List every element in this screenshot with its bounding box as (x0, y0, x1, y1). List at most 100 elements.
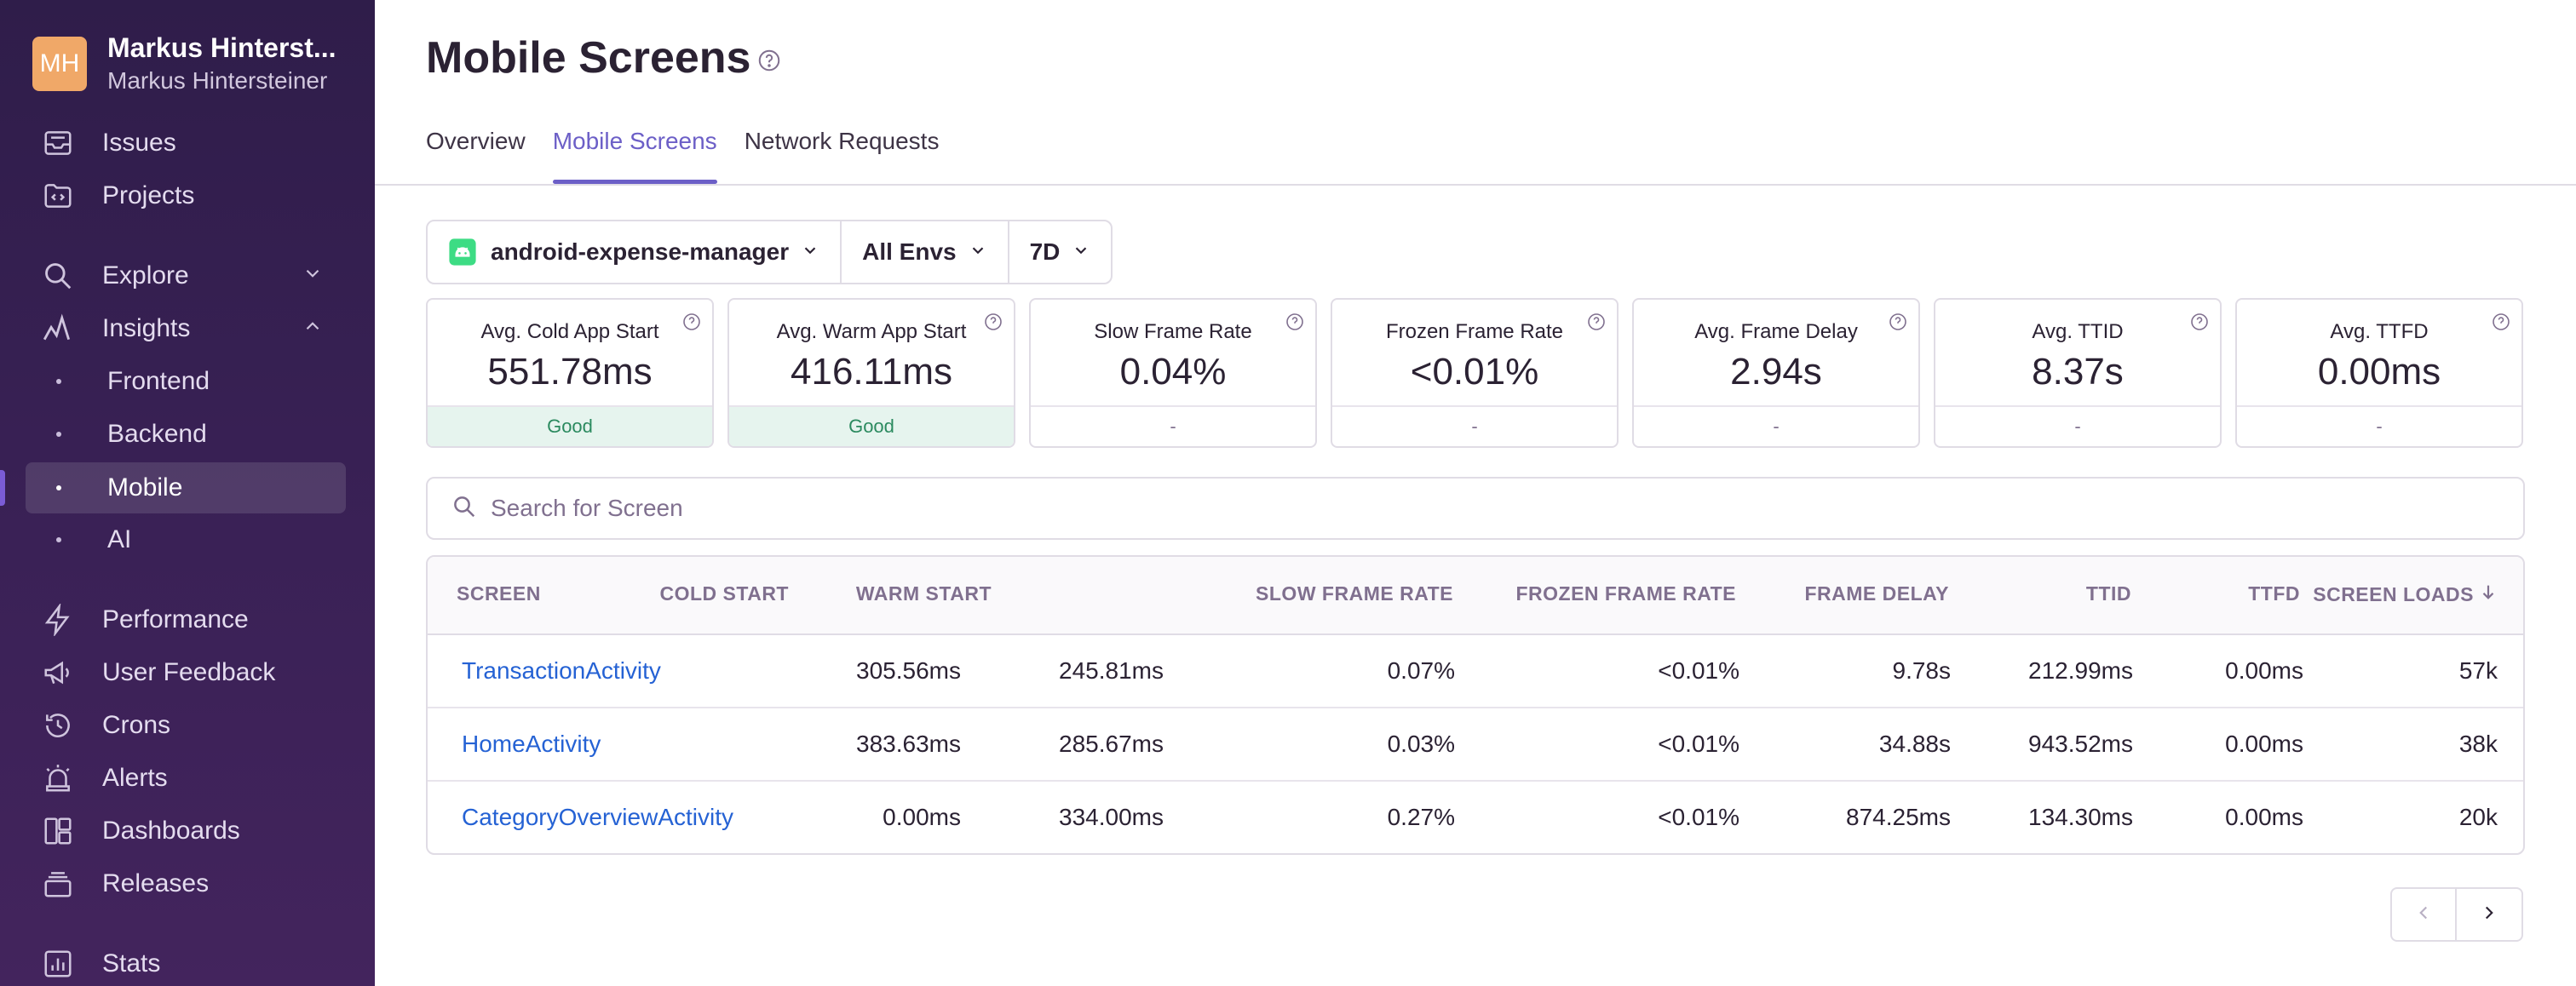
table-cell: 0.00ms (2225, 731, 2303, 757)
sidebar-item-label: Issues (102, 129, 176, 157)
table-cell: 212.99ms (2028, 657, 2133, 684)
metric-title: Frozen Frame Rate (1385, 320, 1564, 343)
graph-icon (39, 310, 77, 347)
help-icon[interactable] (2189, 312, 2210, 336)
sidebar-item-user-feedback[interactable]: User Feedback (26, 647, 346, 698)
metric-status-badge: Good (428, 405, 712, 446)
table-cell: 57k (2458, 657, 2498, 684)
column-header-ttid[interactable]: TTID (2086, 582, 2131, 605)
help-icon[interactable] (1285, 312, 1305, 336)
sidebar-item-projects[interactable]: Projects (26, 170, 346, 221)
sidebar-item-label: User Feedback (102, 658, 276, 686)
sidebar-item-label: Performance (102, 605, 249, 633)
sidebar-item-issues[interactable]: Issues (26, 118, 346, 169)
column-header-screen-loads[interactable]: SCREEN LOADS (2313, 582, 2498, 606)
chevron-down-icon (302, 262, 324, 291)
previous-page-button[interactable] (2390, 887, 2457, 942)
sidebar: MH Markus Hinterst... Markus Hinterstein… (0, 0, 375, 986)
metric-cards: Avg. Cold App Start 551.78ms Good Avg. W… (426, 298, 2523, 448)
help-icon[interactable] (681, 312, 702, 336)
screens-table: SCREEN COLD START WARM START SLOW FRAME … (426, 555, 2525, 855)
date-range-filter[interactable]: 7D (1007, 221, 1112, 283)
tab-mobile-screens[interactable]: Mobile Screens (552, 128, 717, 184)
column-header-frozen-frame-rate[interactable]: FROZEN FRAME RATE (1515, 582, 1736, 605)
org-subtitle: Markus Hintersteiner (107, 67, 328, 94)
sidebar-item-dashboards[interactable]: Dashboards (26, 805, 346, 857)
metric-title: Avg. Frame Delay (1694, 320, 1858, 343)
table-cell: 305.56ms (856, 657, 961, 684)
help-icon[interactable] (1586, 312, 1607, 336)
active-marker (0, 470, 5, 506)
metric-value: 2.94s (1730, 351, 1822, 393)
search-icon (39, 257, 77, 295)
sidebar-item-ai[interactable]: AI (26, 514, 346, 565)
sidebar-item-alerts[interactable]: Alerts (26, 753, 346, 804)
help-icon[interactable] (983, 312, 1003, 336)
org-switcher[interactable]: MH Markus Hinterst... Markus Hinterstein… (32, 32, 354, 95)
column-header-ttfd[interactable]: TTFD (2248, 582, 2300, 605)
sidebar-item-performance[interactable]: Performance (26, 594, 346, 645)
chevron-up-icon (302, 315, 324, 344)
table-cell: 0.07% (1387, 657, 1455, 684)
table-header: SCREEN COLD START WARM START SLOW FRAME … (428, 557, 2523, 635)
table-cell: 0.00ms (883, 804, 961, 830)
table-row: TransactionActivity 305.56ms 245.81ms 0.… (428, 635, 2523, 708)
next-page-button[interactable] (2457, 887, 2523, 942)
table-cell: 285.67ms (1059, 731, 1164, 757)
megaphone-icon (39, 654, 77, 691)
screen-link[interactable]: TransactionActivity (462, 657, 661, 685)
tabs-divider (375, 184, 2576, 186)
stack-icon (39, 865, 77, 903)
metric-card-warm-start: Avg. Warm App Start 416.11ms Good (727, 298, 1015, 448)
help-icon[interactable] (1888, 312, 1908, 336)
metric-status-badge: - (1634, 405, 1918, 446)
metric-value: 8.37s (2032, 351, 2124, 393)
chevron-down-icon (969, 238, 987, 266)
stats-icon (39, 945, 77, 983)
sidebar-item-insights[interactable]: Insights (26, 303, 346, 354)
bullet-icon (56, 485, 61, 490)
screen-link[interactable]: HomeActivity (462, 731, 601, 758)
sidebar-item-frontend[interactable]: Frontend (26, 356, 346, 407)
column-header-slow-frame-rate[interactable]: SLOW FRAME RATE (1256, 582, 1453, 605)
sidebar-item-label: AI (107, 525, 132, 553)
bullet-icon (56, 379, 61, 384)
metric-card-frame-delay: Avg. Frame Delay 2.94s - (1632, 298, 1920, 448)
sidebar-item-mobile[interactable]: Mobile (26, 462, 346, 513)
table-cell: 334.00ms (1059, 804, 1164, 830)
table-cell: 874.25ms (1846, 804, 1951, 830)
sidebar-item-stats[interactable]: Stats (26, 938, 346, 986)
sidebar-item-label: Alerts (102, 764, 168, 792)
screen-link[interactable]: CategoryOverviewActivity (462, 804, 733, 831)
bullet-icon (56, 537, 61, 542)
sidebar-item-crons[interactable]: Crons (26, 700, 346, 751)
metric-value: 416.11ms (791, 351, 952, 393)
tab-network-requests[interactable]: Network Requests (745, 128, 940, 182)
sidebar-item-explore[interactable]: Explore (26, 250, 346, 301)
help-icon[interactable] (2491, 312, 2511, 336)
column-header-warm-start[interactable]: WARM START (856, 582, 992, 605)
table-row: CategoryOverviewActivity 0.00ms 334.00ms… (428, 782, 2523, 853)
column-header-cold-start[interactable]: COLD START (659, 582, 789, 605)
arrow-down-icon (2479, 582, 2498, 606)
main-content: Mobile Screens Overview Mobile Screens N… (375, 0, 2576, 986)
sidebar-item-releases[interactable]: Releases (26, 858, 346, 909)
sidebar-item-backend[interactable]: Backend (26, 409, 346, 460)
android-icon (448, 238, 477, 267)
project-filter[interactable]: android-expense-manager (428, 221, 840, 283)
help-icon[interactable] (756, 48, 782, 77)
tab-overview[interactable]: Overview (426, 128, 526, 182)
column-header-screen[interactable]: SCREEN (457, 582, 541, 605)
search-input[interactable] (491, 495, 2450, 522)
metric-status-badge: - (1935, 405, 2220, 446)
sidebar-item-label: Releases (102, 869, 210, 897)
metric-status-badge: - (1332, 405, 1617, 446)
environment-filter[interactable]: All Envs (840, 221, 1007, 283)
sidebar-item-label: Explore (102, 261, 189, 289)
metric-title: Avg. TTID (2032, 320, 2124, 343)
chevron-left-icon (2412, 902, 2435, 928)
chevron-down-icon (801, 238, 819, 266)
column-header-frame-delay[interactable]: FRAME DELAY (1805, 582, 1950, 605)
metric-title: Avg. Warm App Start (776, 320, 967, 343)
table-cell: <0.01% (1658, 731, 1739, 757)
